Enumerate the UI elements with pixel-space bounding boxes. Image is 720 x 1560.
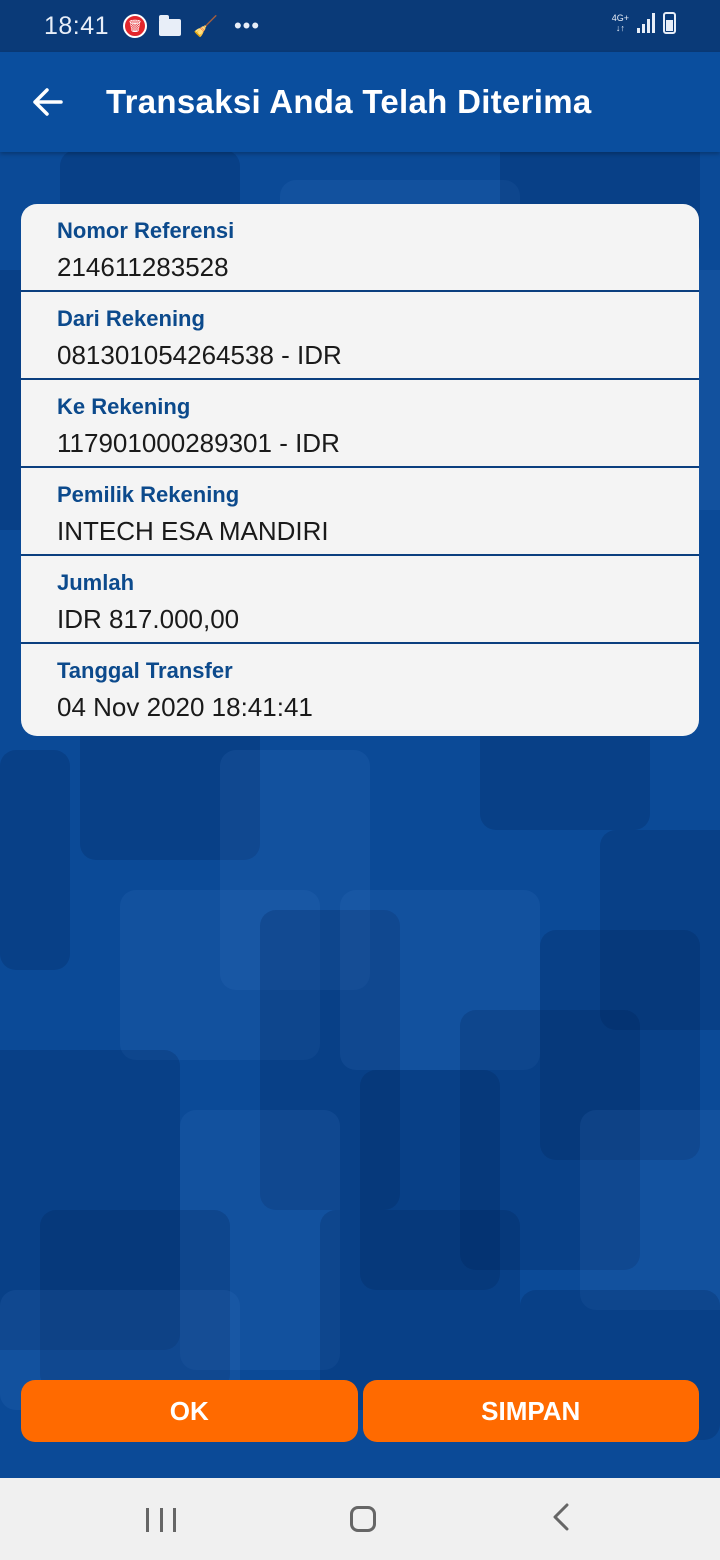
detail-row-destination-account: Ke Rekening 117901000289301 - IDR <box>21 380 699 468</box>
folder-icon <box>159 15 182 36</box>
detail-value: IDR 817.000,00 <box>57 604 240 634</box>
cleaner-icon: 🧹 <box>193 15 218 38</box>
detail-row-reference-number: Nomor Referensi 214611283528 <box>21 204 699 292</box>
action-buttons: OK SIMPAN <box>21 1380 699 1442</box>
detail-row-transfer-date: Tanggal Transfer 04 Nov 2020 18:41:41 <box>21 644 699 736</box>
back-button[interactable] <box>18 72 78 132</box>
more-notifications-icon: ••• <box>233 13 261 38</box>
network-type-icon: 4G+ ↓↑ <box>611 13 629 33</box>
home-button[interactable] <box>350 1506 376 1532</box>
system-navigation-bar <box>0 1478 720 1560</box>
detail-row-account-owner: Pemilik Rekening INTECH ESA MANDIRI <box>21 468 699 556</box>
detail-row-amount: Jumlah IDR 817.000,00 <box>21 556 699 644</box>
page-title: Transaksi Anda Telah Diterima <box>106 83 592 120</box>
detail-label: Tanggal Transfer <box>57 658 233 683</box>
network-type-label: 4G+ <box>611 13 629 23</box>
arrow-left-icon <box>33 88 63 116</box>
ok-button[interactable]: OK <box>21 1380 358 1442</box>
signal-icon <box>637 13 655 33</box>
detail-label: Nomor Referensi <box>57 218 235 243</box>
detail-label: Dari Rekening <box>57 306 205 331</box>
system-icons: 4G+ ↓↑ <box>612 12 676 34</box>
status-time: 18:41 <box>44 11 110 40</box>
battery-icon <box>663 12 676 34</box>
notification-icons: 🗑 🧹 ••• <box>123 13 260 39</box>
recents-icon <box>146 1508 149 1532</box>
chevron-left-icon <box>553 1503 569 1531</box>
screen: 18:41 🗑 🧹 ••• 4G+ ↓↑ Transaksi Anda Tela… <box>0 0 720 1560</box>
detail-label: Pemilik Rekening <box>57 482 240 507</box>
delete-notification-icon: 🗑 <box>123 14 148 38</box>
status-bar: 18:41 🗑 🧹 ••• 4G+ ↓↑ <box>0 0 720 52</box>
detail-label: Ke Rekening <box>57 394 191 419</box>
transaction-details-card: Nomor Referensi 214611283528 Dari Rekeni… <box>21 204 699 736</box>
detail-value: 214611283528 <box>57 252 229 282</box>
nav-back-button[interactable] <box>552 1502 570 1537</box>
detail-value: 117901000289301 - IDR <box>57 428 340 458</box>
detail-value: INTECH ESA MANDIRI <box>57 516 329 546</box>
recents-icon <box>173 1508 176 1532</box>
recent-apps-button[interactable] <box>146 1508 176 1532</box>
detail-label: Jumlah <box>57 570 135 595</box>
recents-icon <box>159 1508 163 1532</box>
save-button[interactable]: SIMPAN <box>362 1380 699 1442</box>
detail-value: 04 Nov 2020 18:41:41 <box>57 692 313 722</box>
detail-row-source-account: Dari Rekening 081301054264538 - IDR <box>21 292 699 380</box>
detail-value: 081301054264538 - IDR <box>57 340 342 370</box>
app-bar: Transaksi Anda Telah Diterima <box>0 52 720 152</box>
